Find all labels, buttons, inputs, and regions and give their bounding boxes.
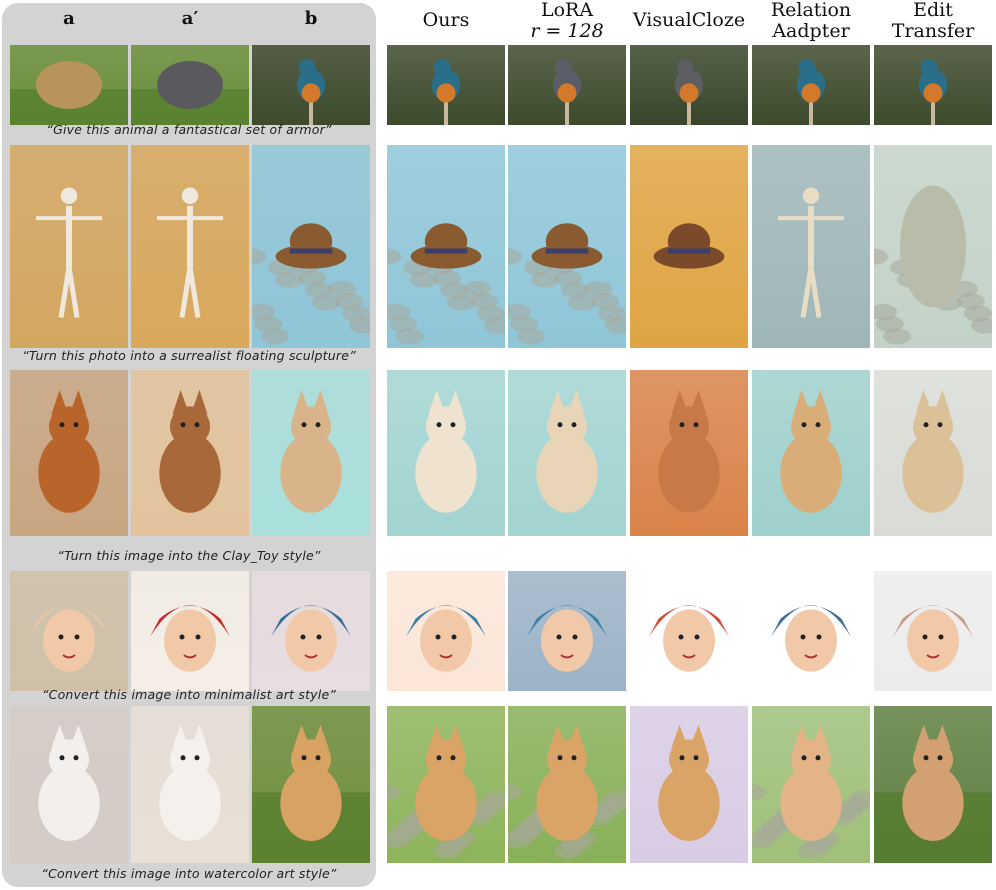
method-header-line: Ours [422, 9, 470, 31]
image-white-cat [10, 706, 128, 863]
image-hat-on-water [252, 145, 370, 348]
image-dog-on-grass [874, 706, 992, 863]
image-hat-on-water [387, 145, 505, 348]
image-kingfisher [752, 45, 870, 125]
image-opera-face-art [508, 571, 626, 691]
image-woman-portrait [874, 571, 992, 691]
image-mannequin [131, 145, 249, 348]
image-woman-scarf-art [630, 571, 748, 691]
source-header-0: a [63, 8, 75, 29]
image-hat-stack [630, 145, 748, 348]
image-dog-on-grass [252, 706, 370, 863]
image-sitting-cat [387, 370, 505, 536]
instruction-caption: “Turn this image into the Clay_Toy style… [57, 548, 321, 563]
image-dog-watercolor [387, 706, 505, 863]
instruction-caption: “Give this animal a fantastical set of a… [46, 122, 332, 137]
image-kingfisher [874, 45, 992, 125]
image-dog-watercolor [752, 706, 870, 863]
image-opera-face-art [387, 571, 505, 691]
image-dog-watercolor [508, 706, 626, 863]
image-armored-kingfisher [508, 45, 626, 125]
method-header-line: VisualCloze [632, 9, 746, 31]
method-header-line: LoRA [540, 0, 594, 21]
image-clay-cat [131, 370, 249, 536]
image-stretching-cat [10, 370, 128, 536]
method-header-line: Relation [770, 0, 852, 21]
method-header-line: Transfer [891, 20, 975, 42]
method-header-0: Ours [386, 10, 506, 31]
image-armored-cow [131, 45, 249, 125]
image-white-cat-art [131, 706, 249, 863]
source-header-2: b [304, 8, 318, 29]
image-headscarf-woman [131, 571, 249, 691]
method-header-line: Aadpter [772, 20, 850, 42]
image-opera-face-art [752, 571, 870, 691]
method-header-2: VisualCloze [629, 10, 749, 31]
instruction-caption: “Convert this image into watercolor art … [41, 866, 337, 881]
image-sitting-cat [752, 370, 870, 536]
image-kingfisher [252, 45, 370, 125]
instruction-caption: “Turn this photo into a surrealist float… [22, 348, 356, 363]
image-kingfisher [387, 45, 505, 125]
method-header-line: Edit [913, 0, 953, 21]
image-cow [10, 45, 128, 125]
image-mannequin [10, 145, 128, 348]
image-water [874, 145, 992, 348]
method-header-line: r = 128 [530, 20, 604, 42]
image-clay-figure [630, 370, 748, 536]
image-hat-on-water [508, 145, 626, 348]
image-dog-flowers [630, 706, 748, 863]
image-opera-face [252, 571, 370, 691]
image-portrait-painting [10, 571, 128, 691]
source-header-1: a′ [181, 8, 199, 29]
image-armored-bird [630, 45, 748, 125]
method-header-1: LoRA r = 128 [507, 0, 627, 42]
image-sitting-cat [508, 370, 626, 536]
method-header-4: Edit Transfer [873, 0, 993, 42]
instruction-caption: “Convert this image into minimalist art … [41, 687, 337, 702]
image-sitting-cat [874, 370, 992, 536]
method-header-3: Relation Aadpter [751, 0, 871, 42]
image-sitting-cat [252, 370, 370, 536]
image-marshmallow-figure [752, 145, 870, 348]
